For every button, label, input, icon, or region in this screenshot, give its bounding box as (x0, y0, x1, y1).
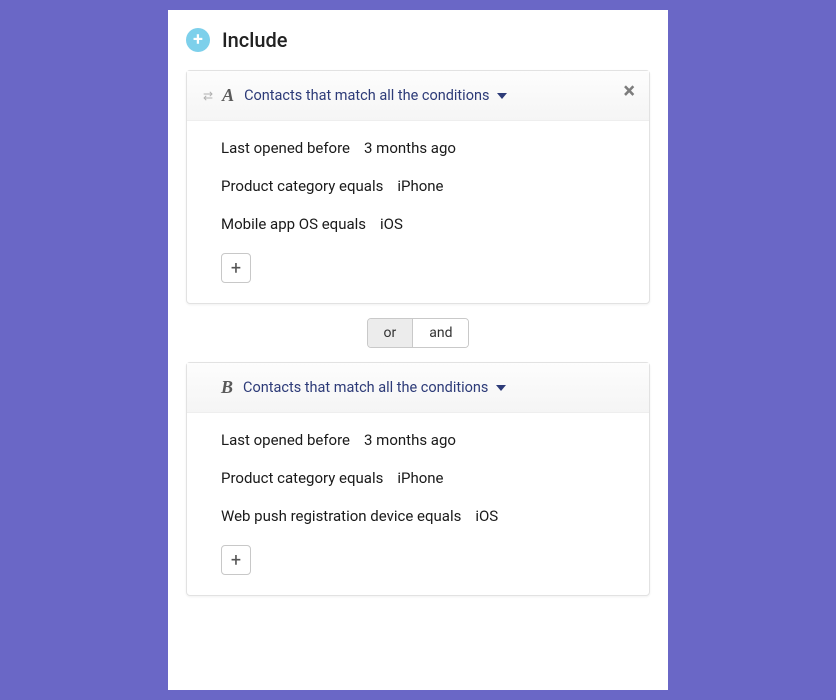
include-panel: + Include ⇄ A Contacts that match all th… (168, 10, 668, 690)
condition-field: Product category equals (221, 469, 383, 487)
condition-row[interactable]: Last opened before 3 months ago (221, 139, 631, 157)
close-icon[interactable]: × (623, 81, 635, 103)
join-and-button[interactable]: and (412, 319, 468, 347)
add-condition-button[interactable]: + (221, 253, 251, 283)
condition-value: iOS (380, 215, 403, 233)
drag-handle-icon[interactable]: ⇄ (203, 89, 212, 103)
condition-value: 3 months ago (364, 431, 456, 449)
match-mode-label: Contacts that match all the conditions (243, 379, 488, 396)
condition-field: Last opened before (221, 431, 350, 449)
condition-value: 3 months ago (364, 139, 456, 157)
condition-value: iOS (475, 507, 498, 525)
group-body: Last opened before 3 months ago Product … (187, 413, 649, 595)
section-header: + Include (186, 28, 650, 52)
section-title: Include (222, 28, 287, 52)
condition-value: iPhone (397, 469, 443, 487)
group-body: Last opened before 3 months ago Product … (187, 121, 649, 303)
group-letter: B (221, 377, 233, 398)
condition-row[interactable]: Mobile app OS equals iOS (221, 215, 631, 233)
condition-field: Last opened before (221, 139, 350, 157)
group-letter: A (222, 85, 234, 106)
condition-group-b: B Contacts that match all the conditions… (186, 362, 650, 596)
chevron-down-icon (496, 385, 506, 391)
condition-group-a: ⇄ A Contacts that match all the conditio… (186, 70, 650, 304)
condition-field: Product category equals (221, 177, 383, 195)
condition-row[interactable]: Web push registration device equals iOS (221, 507, 631, 525)
join-operator-toggle: or and (367, 318, 470, 348)
match-mode-dropdown[interactable]: Contacts that match all the conditions (243, 379, 506, 396)
chevron-down-icon (497, 93, 507, 99)
group-header: B Contacts that match all the conditions (187, 363, 649, 413)
match-mode-label: Contacts that match all the conditions (244, 87, 489, 104)
condition-value: iPhone (397, 177, 443, 195)
condition-row[interactable]: Product category equals iPhone (221, 469, 631, 487)
condition-field: Web push registration device equals (221, 507, 461, 525)
condition-field: Mobile app OS equals (221, 215, 366, 233)
plus-circle-icon[interactable]: + (186, 28, 210, 52)
join-operator-row: or and (186, 318, 650, 348)
condition-row[interactable]: Product category equals iPhone (221, 177, 631, 195)
group-header: ⇄ A Contacts that match all the conditio… (187, 71, 649, 121)
join-or-button[interactable]: or (368, 319, 413, 347)
condition-row[interactable]: Last opened before 3 months ago (221, 431, 631, 449)
add-condition-button[interactable]: + (221, 545, 251, 575)
match-mode-dropdown[interactable]: Contacts that match all the conditions (244, 87, 507, 104)
